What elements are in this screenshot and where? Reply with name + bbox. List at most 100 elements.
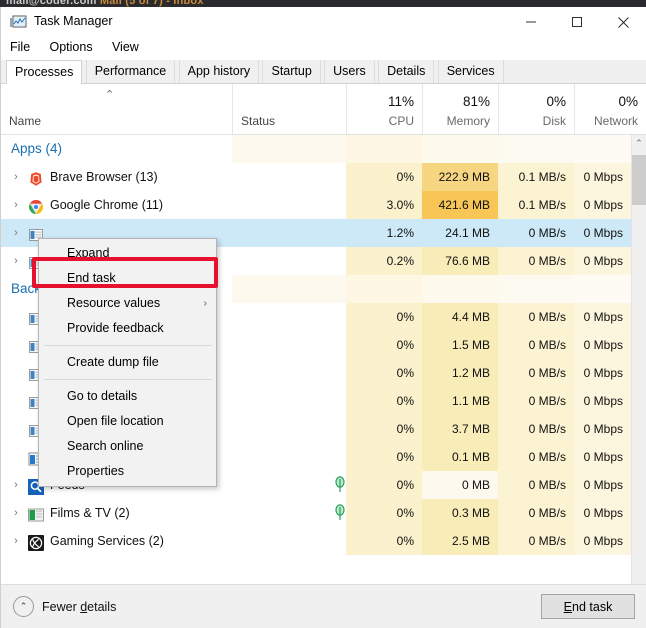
expand-chevron-icon[interactable]: › [10, 499, 22, 527]
background-window-subject: Mail (5 of 7) - Inbox [100, 0, 204, 7]
cell-network: 0 Mbps [574, 219, 631, 247]
cell-cpu: 1.2% [346, 219, 422, 247]
cell-memory: 24.1 MB [422, 219, 498, 247]
tab-details[interactable]: Details [378, 60, 434, 83]
cell-name: › Gaming Services (2) [1, 527, 232, 555]
process-group-row[interactable]: Apps (4) [1, 135, 631, 163]
cell-name: › Films & TV (2) [1, 499, 232, 527]
minimize-button[interactable] [508, 7, 554, 37]
cell-disk: 0 MB/s [498, 499, 574, 527]
process-name: Google Chrome (11) [50, 191, 163, 219]
tab-app-history[interactable]: App history [179, 60, 260, 83]
cell-disk: 0 MB/s [498, 219, 574, 247]
process-name: Films & TV (2) [50, 499, 130, 527]
cell-memory: 421.6 MB [422, 191, 498, 219]
cell-network: 0 Mbps [574, 443, 631, 471]
expand-chevron-icon[interactable]: › [10, 527, 22, 555]
menu-item-view[interactable]: View [112, 38, 147, 56]
efficiency-mode-leaf-icon [333, 504, 347, 522]
cell-disk: 0.1 MB/s [498, 163, 574, 191]
cell-memory: 2.5 MB [422, 527, 498, 555]
column-header-memory[interactable]: 81% Memory [422, 84, 498, 134]
column-header-cpu[interactable]: 11% CPU [346, 84, 422, 134]
tab-performance[interactable]: Performance [86, 60, 176, 83]
expand-chevron-icon[interactable]: › [10, 247, 22, 275]
cell-disk: 0 MB/s [498, 387, 574, 415]
cell-status [232, 247, 346, 275]
cell-cpu: 0.2% [346, 247, 422, 275]
chrome-icon [28, 197, 44, 213]
background-window-title: mail@coder.com Mail (5 of 7) - Inbox [6, 0, 204, 7]
maximize-button[interactable] [554, 7, 600, 37]
background-window-strip: mail@coder.com Mail (5 of 7) - Inbox [0, 0, 646, 7]
context-menu-item-resource-values[interactable]: Resource values› [39, 291, 216, 316]
tab-services[interactable]: Services [438, 60, 504, 83]
column-header-name[interactable]: Name ⌃ [1, 84, 232, 134]
context-menu-item-open-file-location[interactable]: Open file location [39, 409, 216, 434]
cell-cpu [346, 135, 422, 163]
cell-status [232, 527, 346, 555]
cell-network: 0 Mbps [574, 163, 631, 191]
minimize-icon [525, 16, 537, 28]
cell-network [574, 135, 631, 163]
tab-strip: Processes Performance App history Startu… [1, 60, 646, 84]
fewer-details-button[interactable]: ⌃ Fewer details [13, 596, 116, 617]
cell-network: 0 Mbps [574, 331, 631, 359]
scroll-up-arrow-icon[interactable]: ⌃ [632, 135, 646, 151]
cell-status [232, 443, 346, 471]
context-menu-item-go-to-details[interactable]: Go to details [39, 384, 216, 409]
menu-item-options[interactable]: Options [50, 38, 101, 56]
expand-chevron-icon[interactable]: › [10, 191, 22, 219]
cell-disk [498, 275, 574, 303]
context-menu-item-label: Resource values [67, 296, 160, 310]
expand-chevron-icon[interactable]: › [10, 163, 22, 191]
table-row[interactable]: ›Google Chrome (11)3.0%421.6 MB0.1 MB/s0… [1, 191, 631, 219]
context-menu-item-search-online[interactable]: Search online [39, 434, 216, 459]
cell-disk: 0 MB/s [498, 303, 574, 331]
tab-processes[interactable]: Processes [6, 60, 82, 84]
cell-memory: 1.1 MB [422, 387, 498, 415]
brave-icon [28, 169, 44, 185]
process-name: Gaming Services (2) [50, 527, 164, 555]
cell-cpu: 0% [346, 359, 422, 387]
context-menu-item-properties[interactable]: Properties [39, 459, 216, 484]
cell-status [232, 415, 346, 443]
column-header-row: Name ⌃ Status 11% CPU 81% Memory 0% Disk… [1, 84, 646, 135]
cell-disk: 0 MB/s [498, 527, 574, 555]
cell-disk: 0 MB/s [498, 331, 574, 359]
expand-chevron-icon[interactable]: › [10, 219, 22, 247]
context-menu-item-end-task[interactable]: End task [39, 266, 216, 291]
table-row[interactable]: ›Films & TV (2)0%0.3 MB0 MB/s0 Mbps [1, 499, 631, 527]
process-name: Brave Browser (13) [50, 163, 158, 191]
table-row[interactable]: ›Brave Browser (13)0%222.9 MB0.1 MB/s0 M… [1, 163, 631, 191]
maximize-icon [571, 16, 583, 28]
cell-cpu: 0% [346, 471, 422, 499]
cell-disk [498, 135, 574, 163]
cell-memory: 0.1 MB [422, 443, 498, 471]
context-menu-item-label: Go to details [67, 389, 137, 403]
context-menu-item-provide-feedback[interactable]: Provide feedback [39, 316, 216, 341]
menu-item-file[interactable]: File [10, 38, 38, 56]
end-task-button[interactable]: End task [541, 594, 635, 619]
context-menu-item-expand[interactable]: Expand [39, 241, 216, 266]
cell-status [232, 331, 346, 359]
cell-status [232, 219, 346, 247]
context-menu-item-label: End task [67, 271, 116, 285]
close-button[interactable] [600, 7, 646, 37]
table-row[interactable]: ›Gaming Services (2)0%2.5 MB0 MB/s0 Mbps [1, 527, 631, 555]
column-header-network[interactable]: 0% Network [574, 84, 646, 134]
expand-chevron-icon[interactable]: › [10, 471, 22, 499]
cell-network: 0 Mbps [574, 191, 631, 219]
gaming-services-icon [28, 533, 44, 549]
films-tv-icon [28, 505, 44, 521]
end-task-button-label: End task [564, 600, 613, 614]
tab-startup[interactable]: Startup [262, 60, 320, 83]
vertical-scrollbar-thumb[interactable] [632, 155, 646, 205]
column-header-status[interactable]: Status [232, 84, 346, 134]
fewer-details-label: Fewer details [42, 600, 116, 614]
context-menu-item-create-dump-file[interactable]: Create dump file [39, 350, 216, 375]
tab-users[interactable]: Users [324, 60, 375, 83]
column-header-disk[interactable]: 0% Disk [498, 84, 574, 134]
cell-disk: 0.1 MB/s [498, 191, 574, 219]
vertical-scrollbar[interactable]: ⌃ ⌄ [631, 135, 646, 608]
